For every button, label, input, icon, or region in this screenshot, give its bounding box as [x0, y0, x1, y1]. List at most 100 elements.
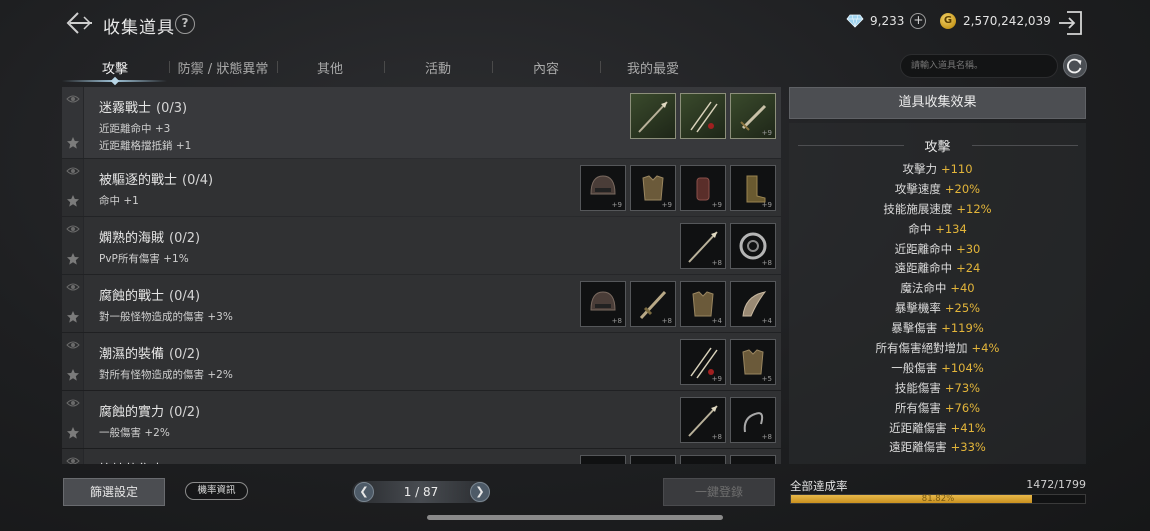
eye-icon[interactable]: [66, 398, 80, 408]
stat-label: 魔法命中: [900, 281, 947, 296]
item-slot[interactable]: +9: [730, 93, 776, 139]
row-actions: [62, 275, 84, 332]
item-slot[interactable]: [630, 455, 676, 464]
item-slot[interactable]: +9: [680, 165, 726, 211]
row-actions: [62, 217, 84, 274]
item-slot[interactable]: +8: [630, 281, 676, 327]
back-arrow-icon[interactable]: [64, 10, 94, 36]
favorite-star-icon[interactable]: [66, 252, 80, 266]
item-slot[interactable]: +8: [680, 397, 726, 443]
tab-attack[interactable]: 攻擊: [65, 58, 165, 77]
item-slot[interactable]: +8: [580, 281, 626, 327]
item-enhance-level: +9: [661, 201, 672, 209]
add-diamonds-button[interactable]: +: [910, 13, 927, 29]
favorite-star-icon[interactable]: [66, 194, 80, 208]
item-slot[interactable]: +4: [730, 281, 776, 327]
stat-row: 技能傷害 +73%: [789, 379, 1086, 399]
favorite-star-icon[interactable]: [66, 426, 80, 440]
page-title: 收集道具: [103, 18, 175, 38]
refresh-button[interactable]: [1063, 54, 1087, 78]
achievement-label: 全部達成率: [790, 479, 848, 493]
item-slots: +9 +9 +9 +9: [580, 165, 776, 211]
item-enhance-level: +8: [761, 433, 772, 441]
item-slot[interactable]: +4: [680, 281, 726, 327]
favorite-star-icon[interactable]: [66, 310, 80, 324]
collection-name: 嫻熟的海賊: [99, 231, 165, 246]
item-slot[interactable]: [730, 455, 776, 464]
item-slot[interactable]: +9: [630, 165, 676, 211]
stat-row: 技能施展速度 +12%: [789, 200, 1086, 220]
tab-defense[interactable]: 防禦 / 狀態異常: [173, 58, 273, 77]
stat-value: +104%: [941, 360, 984, 375]
item-slots: +9 +5: [680, 339, 776, 385]
collection-row[interactable]: 迷霧戰士 (0/3) 近距離命中 +3 近距離格擋抵銷 +1 +9: [62, 87, 781, 158]
tab-other[interactable]: 其他: [280, 58, 380, 77]
tab-content[interactable]: 內容: [496, 58, 596, 77]
item-slot[interactable]: +5: [730, 339, 776, 385]
item-slots: [580, 455, 776, 464]
item-enhance-level: +9: [711, 201, 722, 209]
eye-icon[interactable]: [66, 224, 80, 234]
collection-name: 腐蝕的實力: [99, 405, 165, 420]
collection-row[interactable]: 嫻熟的海賊 (0/2) PvP所有傷害 +1% +8 +8: [62, 217, 781, 274]
next-page-button[interactable]: ❯: [470, 482, 490, 502]
collection-list[interactable]: 迷霧戰士 (0/3) 近距離命中 +3 近距離格擋抵銷 +1 +9 被驅逐的戰士 (0/4)…: [62, 87, 781, 464]
stat-value: +12%: [956, 201, 992, 216]
item-slot[interactable]: +8: [730, 223, 776, 269]
item-slot[interactable]: [680, 455, 726, 464]
favorite-star-icon[interactable]: [66, 368, 80, 382]
item-slot[interactable]: [680, 93, 726, 139]
diamond-amount: 9,233: [870, 14, 905, 28]
collection-row[interactable]: 潮濕的裝備 (0/2) 對所有怪物造成的傷害 +2% +9 +5: [62, 333, 781, 390]
stat-value: +119%: [941, 321, 984, 336]
stat-label: 攻擊力: [902, 162, 937, 176]
item-slot[interactable]: +9: [730, 165, 776, 211]
scrollbar-thumb[interactable]: [427, 515, 723, 520]
gold-currency: G 2,570,242,039: [940, 13, 1051, 29]
stat-row: 暴擊機率 +25%: [789, 299, 1086, 319]
item-slot[interactable]: +8: [730, 397, 776, 443]
help-icon[interactable]: ?: [175, 14, 195, 34]
eye-icon[interactable]: [66, 456, 80, 464]
stat-value: +24: [956, 261, 981, 276]
row-actions: [62, 391, 84, 448]
probability-info-button[interactable]: 機率資訊: [185, 482, 248, 500]
tab-event[interactable]: 活動: [388, 58, 488, 77]
item-slot[interactable]: [580, 455, 626, 464]
eye-icon[interactable]: [66, 94, 80, 104]
collection-row[interactable]: 被驅逐的戰士 (0/4) 命中 +1 +9 +9 +9 +9: [62, 159, 781, 216]
item-slot[interactable]: [630, 93, 676, 139]
tab-favorites[interactable]: 我的最愛: [603, 58, 703, 77]
collection-info: 腐蝕的實力 (0/2) 一般傷害 +2%: [99, 401, 200, 442]
eye-icon[interactable]: [66, 166, 80, 176]
item-enhance-level: +8: [761, 259, 772, 267]
exit-icon[interactable]: [1056, 9, 1084, 37]
achievement-count: 1472/1799: [1026, 478, 1086, 491]
favorite-star-icon[interactable]: [66, 136, 80, 150]
stat-label: 暴擊機率: [894, 301, 941, 316]
bow-icon: [581, 456, 625, 464]
stat-label: 近距離傷害: [889, 420, 947, 435]
item-slot[interactable]: +8: [680, 223, 726, 269]
item-slot[interactable]: +9: [580, 165, 626, 211]
eye-icon[interactable]: [66, 340, 80, 350]
stat-label: 技能傷害: [894, 380, 941, 395]
collection-row[interactable]: 腐蝕的實力 (0/2) 一般傷害 +2% +8 +8: [62, 391, 781, 448]
stat-value: +134: [935, 221, 967, 236]
collection-count: (0/2): [169, 347, 201, 362]
stat-label: 暴擊傷害: [891, 321, 938, 336]
item-search-input[interactable]: [900, 54, 1058, 78]
prev-page-button[interactable]: ❮: [354, 482, 374, 502]
collection-row[interactable]: 笨拙的集中 (0/4): [62, 449, 781, 464]
item-enhance-level: +8: [611, 317, 622, 325]
collection-title: 被驅逐的戰士 (0/4): [99, 169, 213, 188]
active-tab-indicator-gem: [110, 76, 120, 86]
stat-row: 攻擊力 +110: [789, 160, 1086, 180]
item-slot[interactable]: +9: [680, 339, 726, 385]
collection-row[interactable]: 腐蝕的戰士 (0/4) 對一般怪物造成的傷害 +3% +8 +8 +4 +4: [62, 275, 781, 332]
eye-icon[interactable]: [66, 282, 80, 292]
stat-label: 所有傷害: [894, 400, 941, 415]
filter-settings-button[interactable]: 篩選設定: [63, 478, 165, 506]
item-enhance-level: +8: [711, 433, 722, 441]
register-all-button[interactable]: 一鍵登錄: [663, 478, 775, 506]
